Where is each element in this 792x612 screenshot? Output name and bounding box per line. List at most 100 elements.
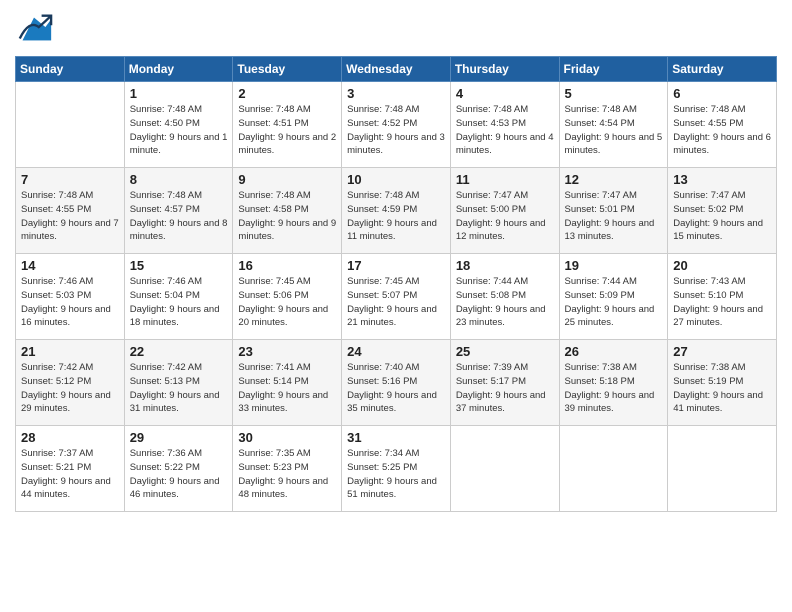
day-number: 8 (130, 172, 228, 187)
calendar-cell: 2 Sunrise: 7:48 AMSunset: 4:51 PMDaylight… (233, 82, 342, 168)
calendar-cell: 31Sunrise: 7:34 AMSunset: 5:25 PMDayligh… (342, 426, 451, 512)
day-number: 15 (130, 258, 228, 273)
day-detail: Sunrise: 7:45 AMSunset: 5:07 PMDaylight:… (347, 275, 445, 330)
calendar-cell: 17 Sunrise: 7:45 AMSunset: 5:07 PMDayligh… (342, 254, 451, 340)
day-detail: Sunrise: 7:48 AMSunset: 4:55 PMDaylight:… (673, 103, 771, 158)
day-number: 9 (238, 172, 336, 187)
day-detail: Sunrise: 7:48 AMSunset: 4:58 PMDaylight:… (238, 189, 336, 244)
day-number: 28 (21, 430, 119, 445)
day-detail: Sunrise: 7:43 AMSunset: 5:10 PMDaylight:… (673, 275, 771, 330)
day-detail: Sunrise: 7:42 AMSunset: 5:13 PMDaylight:… (130, 361, 228, 416)
day-detail: Sunrise: 7:48 AMSunset: 4:55 PMDaylight:… (21, 189, 119, 244)
calendar-cell: 27 Sunrise: 7:38 AMSunset: 5:19 PMDayligh… (668, 340, 777, 426)
day-detail: Sunrise: 7:36 AMSunset: 5:22 PMDaylight:… (130, 447, 228, 502)
day-number: 1 (130, 86, 228, 101)
weekday-header-saturday: Saturday (668, 57, 777, 82)
day-detail: Sunrise: 7:46 AMSunset: 5:03 PMDaylight:… (21, 275, 119, 330)
day-number: 17 (347, 258, 445, 273)
calendar-cell: 3 Sunrise: 7:48 AMSunset: 4:52 PMDaylight… (342, 82, 451, 168)
day-number: 25 (456, 344, 554, 359)
day-number: 21 (21, 344, 119, 359)
day-number: 13 (673, 172, 771, 187)
day-detail: Sunrise: 7:48 AMSunset: 4:53 PMDaylight:… (456, 103, 554, 158)
day-number: 20 (673, 258, 771, 273)
week-row-0: 1 Sunrise: 7:48 AMSunset: 4:50 PMDaylight… (16, 82, 777, 168)
day-number: 24 (347, 344, 445, 359)
day-number: 22 (130, 344, 228, 359)
day-number: 4 (456, 86, 554, 101)
calendar-cell: 5Sunrise: 7:48 AMSunset: 4:54 PMDaylight… (559, 82, 668, 168)
day-number: 10 (347, 172, 445, 187)
header (15, 10, 777, 48)
week-row-4: 28 Sunrise: 7:37 AMSunset: 5:21 PMDayligh… (16, 426, 777, 512)
calendar-cell: 20 Sunrise: 7:43 AMSunset: 5:10 PMDayligh… (668, 254, 777, 340)
calendar-cell: 26 Sunrise: 7:38 AMSunset: 5:18 PMDayligh… (559, 340, 668, 426)
day-number: 26 (565, 344, 663, 359)
day-detail: Sunrise: 7:40 AMSunset: 5:16 PMDaylight:… (347, 361, 445, 416)
logo (15, 10, 57, 48)
day-number: 14 (21, 258, 119, 273)
calendar-cell: 15 Sunrise: 7:46 AMSunset: 5:04 PMDayligh… (124, 254, 233, 340)
day-number: 11 (456, 172, 554, 187)
weekday-header-tuesday: Tuesday (233, 57, 342, 82)
day-detail: Sunrise: 7:45 AMSunset: 5:06 PMDaylight:… (238, 275, 336, 330)
day-detail: Sunrise: 7:39 AMSunset: 5:17 PMDaylight:… (456, 361, 554, 416)
calendar-header: SundayMondayTuesdayWednesdayThursdayFrid… (16, 57, 777, 82)
calendar-cell: 4 Sunrise: 7:48 AMSunset: 4:53 PMDaylight… (450, 82, 559, 168)
day-number: 19 (565, 258, 663, 273)
calendar-cell: 14 Sunrise: 7:46 AMSunset: 5:03 PMDayligh… (16, 254, 125, 340)
day-detail: Sunrise: 7:37 AMSunset: 5:21 PMDaylight:… (21, 447, 119, 502)
weekday-header-friday: Friday (559, 57, 668, 82)
weekday-row: SundayMondayTuesdayWednesdayThursdayFrid… (16, 57, 777, 82)
day-detail: Sunrise: 7:44 AMSunset: 5:09 PMDaylight:… (565, 275, 663, 330)
calendar-cell: 30Sunrise: 7:35 AMSunset: 5:23 PMDayligh… (233, 426, 342, 512)
day-number: 12 (565, 172, 663, 187)
page: SundayMondayTuesdayWednesdayThursdayFrid… (0, 0, 792, 612)
day-number: 3 (347, 86, 445, 101)
calendar-cell: 11Sunrise: 7:47 AMSunset: 5:00 PMDayligh… (450, 168, 559, 254)
weekday-header-monday: Monday (124, 57, 233, 82)
day-detail: Sunrise: 7:48 AMSunset: 4:52 PMDaylight:… (347, 103, 445, 158)
calendar-cell: 16 Sunrise: 7:45 AMSunset: 5:06 PMDayligh… (233, 254, 342, 340)
week-row-3: 21 Sunrise: 7:42 AMSunset: 5:12 PMDayligh… (16, 340, 777, 426)
day-number: 6 (673, 86, 771, 101)
calendar-cell: 24 Sunrise: 7:40 AMSunset: 5:16 PMDayligh… (342, 340, 451, 426)
day-detail: Sunrise: 7:38 AMSunset: 5:19 PMDaylight:… (673, 361, 771, 416)
day-number: 27 (673, 344, 771, 359)
day-detail: Sunrise: 7:47 AMSunset: 5:02 PMDaylight:… (673, 189, 771, 244)
calendar-cell: 25 Sunrise: 7:39 AMSunset: 5:17 PMDayligh… (450, 340, 559, 426)
day-detail: Sunrise: 7:42 AMSunset: 5:12 PMDaylight:… (21, 361, 119, 416)
logo-icon (15, 10, 53, 48)
day-detail: Sunrise: 7:48 AMSunset: 4:51 PMDaylight:… (238, 103, 336, 158)
weekday-header-thursday: Thursday (450, 57, 559, 82)
calendar-cell: 9 Sunrise: 7:48 AMSunset: 4:58 PMDaylight… (233, 168, 342, 254)
week-row-2: 14 Sunrise: 7:46 AMSunset: 5:03 PMDayligh… (16, 254, 777, 340)
calendar-cell: 19 Sunrise: 7:44 AMSunset: 5:09 PMDayligh… (559, 254, 668, 340)
day-detail: Sunrise: 7:46 AMSunset: 5:04 PMDaylight:… (130, 275, 228, 330)
calendar-cell (16, 82, 125, 168)
calendar-cell: 6 Sunrise: 7:48 AMSunset: 4:55 PMDaylight… (668, 82, 777, 168)
day-number: 23 (238, 344, 336, 359)
day-detail: Sunrise: 7:48 AMSunset: 4:54 PMDaylight:… (565, 103, 663, 158)
calendar-table: SundayMondayTuesdayWednesdayThursdayFrid… (15, 56, 777, 512)
day-detail: Sunrise: 7:44 AMSunset: 5:08 PMDaylight:… (456, 275, 554, 330)
calendar-cell: 12 Sunrise: 7:47 AMSunset: 5:01 PMDayligh… (559, 168, 668, 254)
calendar-cell: 7 Sunrise: 7:48 AMSunset: 4:55 PMDaylight… (16, 168, 125, 254)
calendar-cell: 29Sunrise: 7:36 AMSunset: 5:22 PMDayligh… (124, 426, 233, 512)
day-detail: Sunrise: 7:47 AMSunset: 5:01 PMDaylight:… (565, 189, 663, 244)
weekday-header-sunday: Sunday (16, 57, 125, 82)
day-number: 30 (238, 430, 336, 445)
day-detail: Sunrise: 7:48 AMSunset: 4:50 PMDaylight:… (130, 103, 228, 158)
calendar-cell: 13 Sunrise: 7:47 AMSunset: 5:02 PMDayligh… (668, 168, 777, 254)
day-detail: Sunrise: 7:38 AMSunset: 5:18 PMDaylight:… (565, 361, 663, 416)
day-number: 7 (21, 172, 119, 187)
day-number: 16 (238, 258, 336, 273)
day-number: 2 (238, 86, 336, 101)
day-detail: Sunrise: 7:48 AMSunset: 4:57 PMDaylight:… (130, 189, 228, 244)
weekday-header-wednesday: Wednesday (342, 57, 451, 82)
calendar-cell: 18Sunrise: 7:44 AMSunset: 5:08 PMDayligh… (450, 254, 559, 340)
day-number: 31 (347, 430, 445, 445)
calendar-cell: 23Sunrise: 7:41 AMSunset: 5:14 PMDayligh… (233, 340, 342, 426)
calendar-cell: 28 Sunrise: 7:37 AMSunset: 5:21 PMDayligh… (16, 426, 125, 512)
calendar-cell: 10Sunrise: 7:48 AMSunset: 4:59 PMDayligh… (342, 168, 451, 254)
